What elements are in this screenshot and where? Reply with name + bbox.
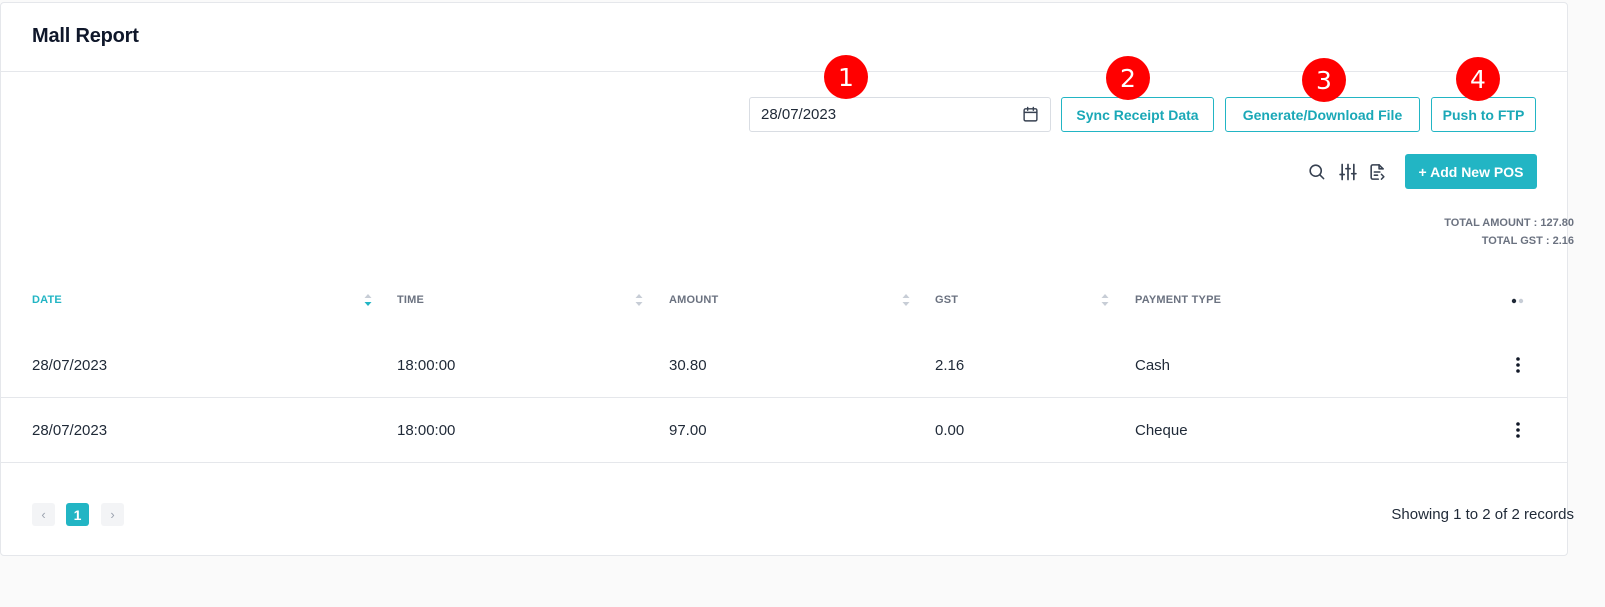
cell-date: 28/07/2023: [32, 422, 108, 439]
sort-arrows-icon[interactable]: [635, 293, 643, 307]
sort-arrows-icon[interactable]: [1101, 293, 1109, 307]
total-gst: TOTAL GST : 2.16: [1481, 235, 1574, 247]
cell-amount: 97.00: [669, 422, 707, 439]
cell-payment-type: Cash: [1135, 357, 1171, 374]
pagination-prev-button[interactable]: ‹: [32, 503, 55, 526]
column-header-date[interactable]: DATE: [32, 294, 62, 306]
marker-3: 3: [1302, 58, 1346, 102]
column-header-gst[interactable]: GST: [935, 294, 958, 306]
sync-receipt-data-button[interactable]: Sync Receipt Data: [1061, 97, 1214, 132]
marker-1: 1: [824, 55, 868, 99]
table-row: 28/07/2023 18:00:00 30.80 2.16 Cash: [1, 333, 1567, 398]
sort-arrows-icon[interactable]: [902, 293, 910, 307]
date-picker-input[interactable]: 28/07/2023: [749, 97, 1051, 132]
date-value: 28/07/2023: [761, 106, 837, 123]
column-header-time[interactable]: TIME: [397, 294, 424, 306]
add-new-pos-button[interactable]: + Add New POS: [1405, 154, 1537, 189]
filter-sliders-icon[interactable]: [1338, 162, 1358, 182]
page-title: Mall Report: [32, 25, 139, 47]
total-amount: TOTAL AMOUNT : 127.80: [1444, 217, 1574, 229]
export-file-icon[interactable]: [1368, 162, 1388, 182]
cell-time: 18:00:00: [397, 422, 456, 439]
column-header-payment-type: PAYMENT TYPE: [1135, 294, 1222, 306]
table-row: 28/07/2023 18:00:00 97.00 0.00 Cheque: [1, 398, 1567, 463]
calendar-icon[interactable]: [1022, 106, 1039, 123]
cell-payment-type: Cheque: [1135, 422, 1188, 439]
cell-date: 28/07/2023: [32, 357, 108, 374]
column-header-amount[interactable]: AMOUNT: [669, 294, 718, 306]
records-summary: Showing 1 to 2 of 2 records: [1391, 506, 1574, 523]
cell-time: 18:00:00: [397, 357, 456, 374]
search-icon[interactable]: [1307, 162, 1327, 182]
cell-gst: 0.00: [935, 422, 965, 439]
marker-2: 2: [1106, 56, 1150, 100]
cell-amount: 30.80: [669, 357, 707, 374]
pagination-next-button[interactable]: ›: [101, 503, 124, 526]
row-actions-icon[interactable]: [1508, 355, 1528, 375]
totals-summary: TOTAL AMOUNT : 127.80 TOTAL GST : 2.16: [1444, 214, 1574, 250]
sort-arrows-icon[interactable]: [364, 293, 372, 307]
marker-4: 4: [1456, 57, 1500, 101]
cell-gst: 2.16: [935, 357, 965, 374]
generate-download-file-button[interactable]: Generate/Download File: [1225, 97, 1420, 132]
column-toggle-icon[interactable]: [1511, 298, 1527, 304]
row-actions-icon[interactable]: [1508, 420, 1528, 440]
pagination-page-1[interactable]: 1: [66, 503, 89, 526]
push-to-ftp-button[interactable]: Push to FTP: [1431, 97, 1536, 132]
